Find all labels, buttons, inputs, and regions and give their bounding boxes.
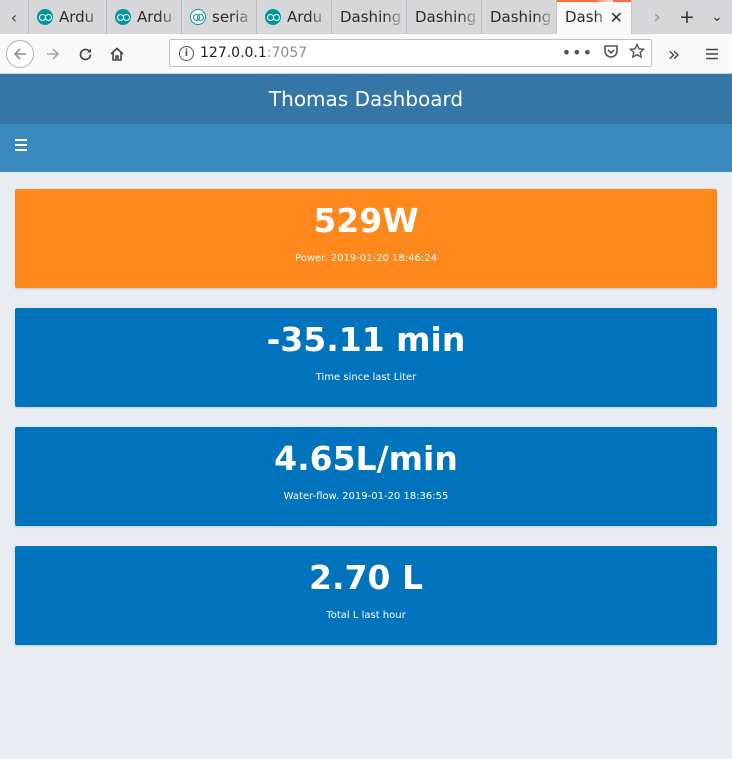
navigation-bar: i 127.0.0.1:7057 ••• » — [0, 34, 732, 74]
arduino-icon — [265, 9, 281, 25]
close-tab-icon[interactable]: ✕ — [610, 8, 623, 27]
menu-lines-icon — [706, 48, 718, 60]
forward-button[interactable] — [39, 40, 67, 68]
forward-arrow-icon — [47, 48, 60, 60]
arduino-icon — [37, 9, 53, 25]
widget-caption: Power. 2019-01-20 18:46:24 — [295, 253, 437, 264]
info-icon[interactable]: i — [179, 45, 194, 61]
widget-caption: Water-flow. 2019-01-20 18:36:55 — [283, 491, 449, 502]
arduino-icon — [115, 9, 131, 25]
bookmark-star-icon[interactable] — [629, 43, 645, 59]
browser-tab[interactable]: Dashing — [331, 0, 406, 34]
menu-icon[interactable] — [15, 139, 27, 154]
chevron-down-icon[interactable]: ⌄ — [702, 9, 732, 25]
browser-tab[interactable]: seria — [181, 0, 256, 34]
browser-tab[interactable]: Dashing — [481, 0, 556, 34]
browser-tab[interactable]: Ardu — [106, 0, 181, 34]
widget-caption: Time since last Liter — [315, 372, 417, 383]
home-button[interactable] — [103, 40, 131, 68]
scroll-tabs-left-button[interactable]: ‹ — [0, 0, 28, 34]
time-since-last-liter-widget: -35.11 min Time since last Liter — [15, 308, 717, 407]
widget-value: 4.65L/min — [274, 439, 458, 478]
widget-value: 529W — [313, 201, 419, 240]
page-title: Thomas Dashboard — [268, 87, 464, 111]
tab-strip: ‹ Ardu Ardu seria Ardu Dashing Dashing D… — [0, 0, 732, 35]
power-widget: 529W Power. 2019-01-20 18:46:24 — [15, 189, 717, 288]
widget-caption: Total L last hour — [326, 610, 406, 621]
widget-value: -35.11 min — [266, 320, 466, 359]
url-bar[interactable]: i 127.0.0.1:7057 ••• — [169, 39, 652, 67]
back-arrow-icon — [13, 48, 26, 60]
dashboard-header: Thomas Dashboard — [0, 74, 732, 124]
browser-tab[interactable]: Dashing — [406, 0, 481, 34]
reload-button[interactable] — [71, 40, 99, 68]
browser-tab[interactable]: Ardu — [28, 0, 106, 34]
water-flow-widget: 4.65L/min Water-flow. 2019-01-20 18:36:5… — [15, 427, 717, 526]
total-liters-widget: 2.70 L Total L last hour — [15, 546, 717, 645]
dashboard-menu-bar — [0, 124, 732, 172]
browser-tab-active[interactable]: Dash ✕ — [556, 0, 632, 34]
reload-icon — [79, 48, 91, 60]
url-text: 127.0.0.1:7057 — [200, 45, 308, 61]
home-icon — [110, 47, 124, 61]
pocket-icon[interactable] — [603, 43, 619, 59]
browser-tab[interactable]: Ardu — [256, 0, 331, 34]
hamburger-menu-icon[interactable] — [698, 40, 726, 68]
overflow-chevron-icon[interactable]: » — [660, 40, 688, 68]
scroll-tabs-right-button[interactable]: › — [642, 6, 672, 28]
widget-value: 2.70 L — [309, 558, 423, 597]
page-actions-icon[interactable]: ••• — [562, 43, 593, 62]
back-button[interactable] — [6, 40, 34, 68]
new-tab-icon[interactable]: + — [672, 6, 702, 28]
arduino-icon — [190, 9, 206, 25]
